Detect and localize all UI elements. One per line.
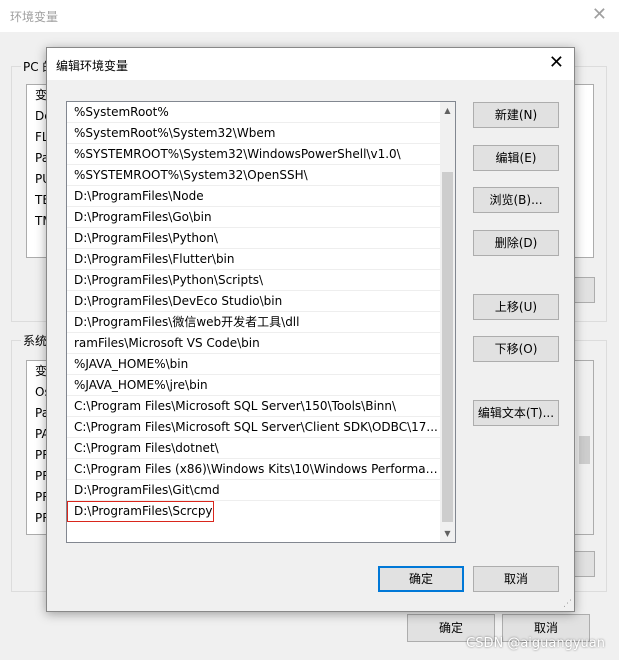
path-row[interactable]: %JAVA_HOME%\bin (67, 354, 440, 375)
browse-button[interactable]: 浏览(B)... (473, 187, 559, 213)
path-row[interactable]: %SystemRoot% (67, 102, 440, 123)
move-down-button[interactable]: 下移(O) (473, 336, 559, 362)
path-row[interactable]: D:\ProgramFiles\Python\Scripts\ (67, 270, 440, 291)
system-variables-list-edge (573, 360, 594, 535)
watermark: CSDN @aiguangyuan (466, 636, 605, 651)
path-list-scrollbar[interactable]: ▲ ▼ (440, 102, 455, 542)
dialog-title-bar: 编辑环境变量 ✕ (47, 48, 574, 80)
path-row[interactable]: D:\ProgramFiles\Flutter\bin (67, 249, 440, 270)
path-row[interactable]: D:\ProgramFiles\Python\ (67, 228, 440, 249)
path-row[interactable]: D:\ProgramFiles\Git\cmd (67, 480, 440, 501)
bg-title-bar: 环境变量 ✕ (0, 0, 619, 32)
edit-button[interactable]: 编辑(E) (473, 145, 559, 171)
bg-system-delete-button[interactable] (573, 551, 595, 577)
path-row[interactable]: D:\ProgramFiles\Go\bin (67, 207, 440, 228)
bg-close-icon[interactable]: ✕ (592, 5, 607, 25)
path-row[interactable]: %JAVA_HOME%\jre\bin (67, 375, 440, 396)
resize-grip-icon[interactable]: ⋰ (563, 599, 572, 609)
path-row[interactable]: C:\Program Files\dotnet\ (67, 438, 440, 459)
path-row[interactable]: C:\Program Files (x86)\Windows Kits\10\W… (67, 459, 440, 480)
edit-text-button[interactable]: 编辑文本(T)... (473, 400, 559, 426)
scroll-down-arrow-icon[interactable]: ▼ (440, 525, 455, 542)
path-list[interactable]: %SystemRoot% %SystemRoot%\System32\Wbem %S… (66, 101, 456, 543)
path-row[interactable]: C:\Program Files\Microsoft SQL Server\Cl… (67, 417, 440, 438)
path-row[interactable]: ramFiles\Microsoft VS Code\bin (67, 333, 440, 354)
scroll-up-arrow-icon[interactable]: ▲ (440, 102, 455, 119)
path-row-selected[interactable]: D:\ProgramFiles\Scrcpy (67, 501, 214, 522)
bg-system-scrollbar[interactable] (576, 361, 593, 534)
move-up-button[interactable]: 上移(U) (473, 294, 559, 320)
bg-system-scroll-thumb[interactable] (579, 436, 590, 464)
path-row[interactable]: %SYSTEMROOT%\System32\WindowsPowerShell\… (67, 144, 440, 165)
path-row[interactable]: %SystemRoot%\System32\Wbem (67, 123, 440, 144)
dialog-close-icon[interactable]: ✕ (549, 53, 564, 73)
system-variables-label: 系统 (21, 332, 50, 349)
new-button[interactable]: 新建(N) (473, 102, 559, 128)
bg-window-title: 环境变量 (10, 10, 59, 24)
delete-button[interactable]: 删除(D) (473, 230, 559, 256)
path-row[interactable]: D:\ProgramFiles\微信web开发者工具\dll (67, 312, 440, 333)
cancel-button[interactable]: 取消 (473, 566, 559, 592)
bg-user-delete-button[interactable] (573, 277, 595, 303)
path-row[interactable]: D:\ProgramFiles\DevEco Studio\bin (67, 291, 440, 312)
path-row[interactable]: %SYSTEMROOT%\System32\OpenSSH\ (67, 165, 440, 186)
path-list-scroll-thumb[interactable] (442, 172, 453, 522)
ok-button[interactable]: 确定 (378, 566, 464, 592)
path-row[interactable]: D:\ProgramFiles\Node (67, 186, 440, 207)
dialog-title: 编辑环境变量 (56, 59, 129, 73)
user-variables-list-edge (573, 84, 594, 258)
edit-environment-variable-dialog: 编辑环境变量 ✕ %SystemRoot% %SystemRoot%\System… (46, 47, 575, 612)
path-row[interactable]: C:\Program Files\Microsoft SQL Server\15… (67, 396, 440, 417)
